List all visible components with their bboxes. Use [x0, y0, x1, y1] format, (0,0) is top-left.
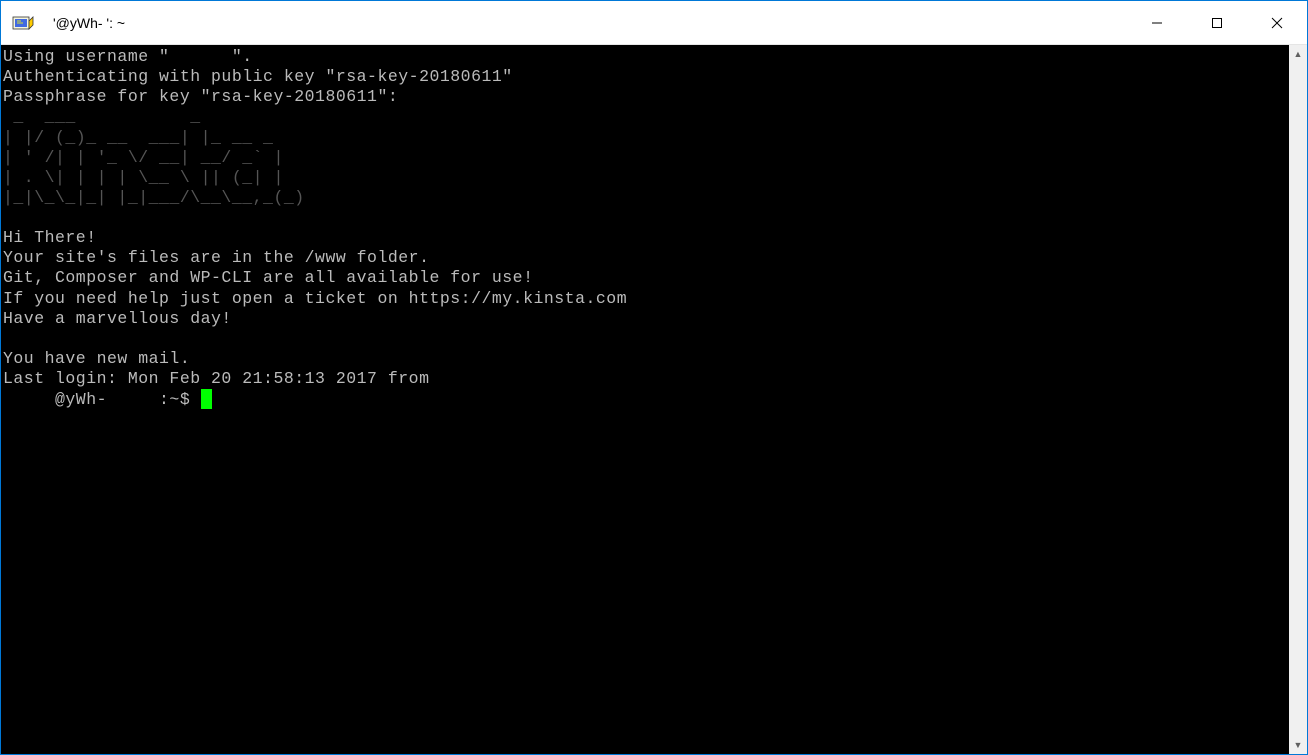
terminal-cursor [201, 389, 212, 409]
terminal-line: If you need help just open a ticket on h… [3, 289, 627, 308]
ascii-art-banner: _ ___ _ | |/ (_)_ __ ___| |_ __ _ | ' /|… [3, 107, 305, 207]
terminal-wrapper: Using username " ". Authenticating with … [1, 45, 1307, 754]
window-controls [1127, 1, 1307, 44]
terminal-line: Using username " ". [3, 47, 253, 66]
maximize-button[interactable] [1187, 1, 1247, 45]
minimize-button[interactable] [1127, 1, 1187, 45]
scrollbar-down-arrow[interactable]: ▼ [1289, 736, 1307, 754]
terminal-prompt: @yWh- :~$ [3, 390, 201, 409]
window-title: '@yWh- ': ~ [45, 15, 1127, 31]
close-button[interactable] [1247, 1, 1307, 45]
terminal-line: Your site's files are in the /www folder… [3, 248, 429, 267]
terminal-line: Have a marvellous day! [3, 309, 232, 328]
terminal-line: Hi There! [3, 228, 97, 247]
terminal-line: Passphrase for key "rsa-key-20180611": [3, 87, 398, 106]
vertical-scrollbar[interactable]: ▲ ▼ [1289, 45, 1307, 754]
putty-icon [1, 1, 45, 45]
terminal-output[interactable]: Using username " ". Authenticating with … [1, 45, 1289, 754]
scrollbar-up-arrow[interactable]: ▲ [1289, 45, 1307, 63]
terminal-line: Git, Composer and WP-CLI are all availab… [3, 268, 533, 287]
terminal-line: Last login: Mon Feb 20 21:58:13 2017 fro… [3, 369, 440, 388]
window-titlebar: '@yWh- ': ~ [1, 1, 1307, 45]
terminal-line: Authenticating with public key "rsa-key-… [3, 67, 513, 86]
terminal-line: You have new mail. [3, 349, 190, 368]
